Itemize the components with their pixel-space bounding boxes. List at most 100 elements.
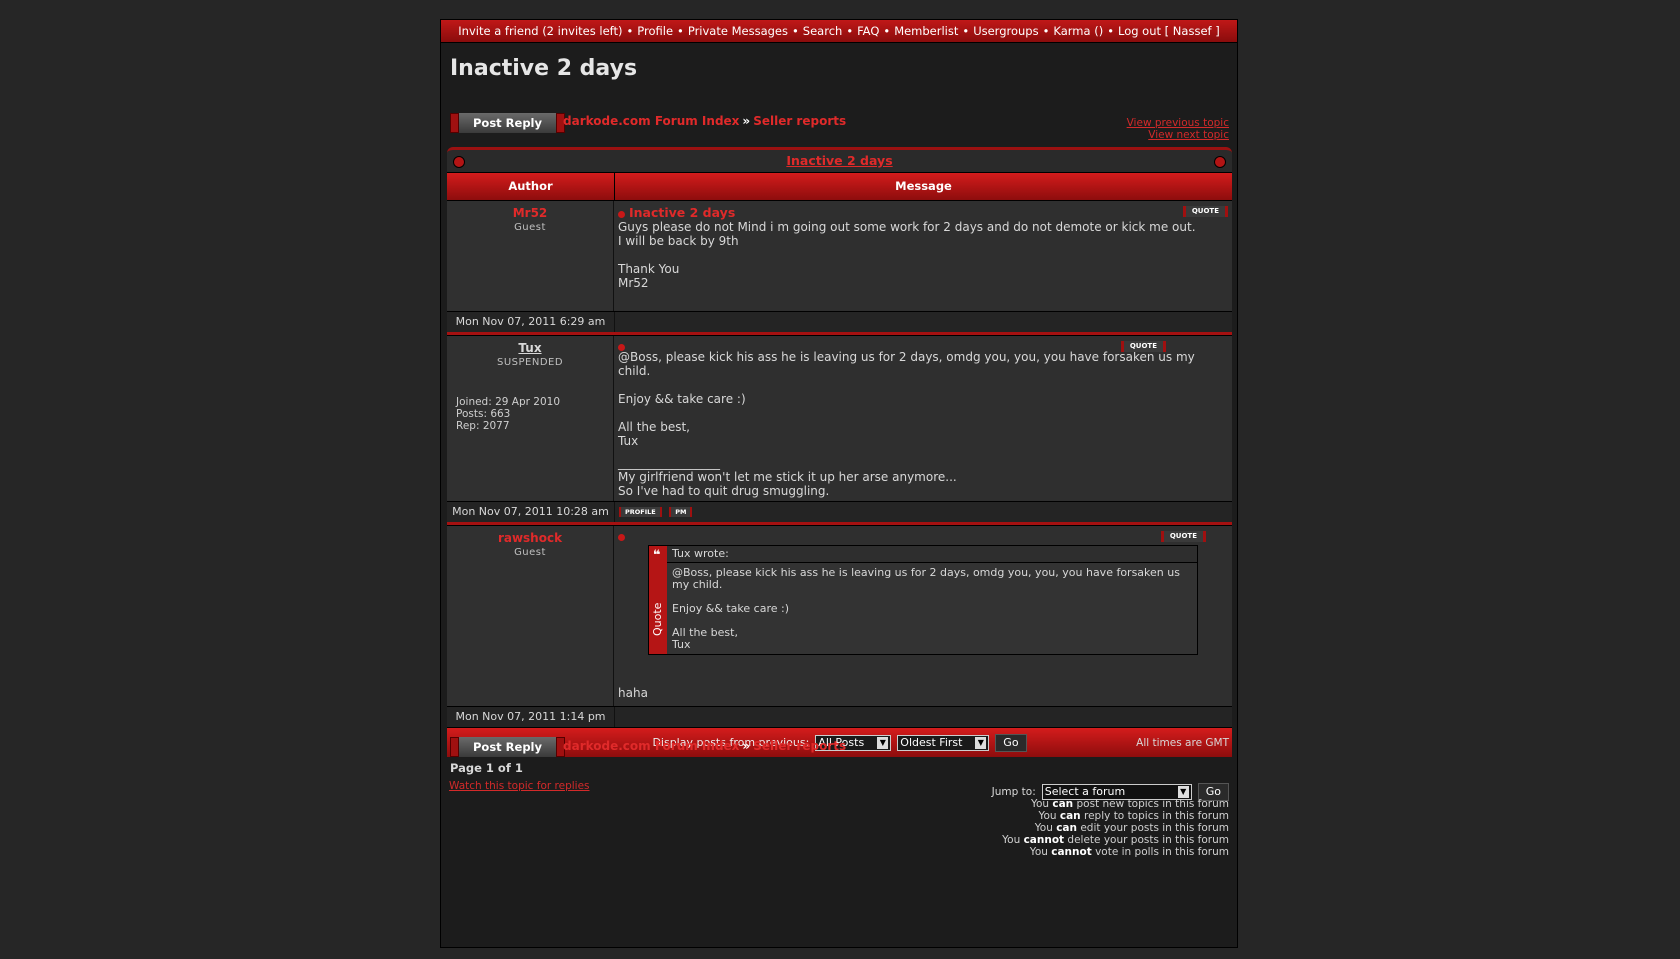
page-title: Inactive 2 days (450, 56, 638, 81)
post: rawshock Guest QUOTE ❝ Quote Tux wrote: … (447, 525, 1232, 706)
button-cap (450, 737, 459, 757)
post-author-panel: Mr52 Guest (447, 201, 614, 311)
nav-invite[interactable]: Invite a friend (2 invites left) (458, 24, 622, 38)
post-body: QUOTE ❝ Quote Tux wrote: @Boss, please k… (614, 526, 1232, 706)
post-line: All the best, (618, 420, 690, 434)
post-footer: Mon Nov 07, 2011 6:29 am (447, 311, 1232, 332)
post-footer: Mon Nov 07, 2011 1:14 pm (447, 706, 1232, 727)
nav-sep: • (962, 24, 970, 38)
nav-karma[interactable]: Karma () (1053, 24, 1103, 38)
profile-button[interactable]: PROFILE (619, 507, 662, 517)
post-footer-actions: PROFILE PM (615, 502, 1232, 522)
quote-author: Tux wrote: (667, 546, 1197, 563)
quote-sidebar: ❝ Quote (649, 546, 667, 654)
post-text: @Boss, please kick his ass he is leaving… (618, 350, 1228, 498)
post-line: I will be back by 9th (618, 234, 739, 248)
timezone-note: All times are GMT (1136, 737, 1229, 749)
breadcrumb-bottom: darkode.com Forum Index» Seller reports (563, 739, 846, 753)
post-icon (618, 533, 625, 541)
post-author-name[interactable]: Mr52 (447, 206, 613, 220)
breadcrumb-arrow: » (742, 114, 751, 128)
nav-search[interactable]: Search (803, 24, 843, 38)
post-footer: Mon Nov 07, 2011 10:28 am PROFILE PM (447, 501, 1232, 522)
button-cap (450, 113, 459, 133)
quote-line: @Boss, please kick his ass he is leaving… (672, 566, 1180, 591)
quote-line: All the best, (672, 626, 738, 639)
quote-button[interactable]: QUOTE (1160, 531, 1206, 542)
permission-line: You can reply to topics in this forum (1038, 810, 1229, 822)
breadcrumb-index[interactable]: darkode.com Forum Index (563, 739, 739, 753)
nav-sep: • (677, 24, 684, 38)
nav-sep: • (626, 24, 634, 38)
permission-line: You cannot vote in polls in this forum (1029, 846, 1229, 858)
breadcrumb-forum[interactable]: Seller reports (753, 114, 846, 128)
quote-button[interactable]: QUOTE (1182, 206, 1228, 217)
nav-sep: • (792, 24, 799, 38)
chevron-down-icon: ▼ (975, 736, 987, 749)
column-headers: Author Message (447, 172, 1232, 200)
nav-logout[interactable]: Log out [ Nassef ] (1118, 24, 1220, 38)
chevron-down-icon: ▼ (1177, 786, 1189, 798)
post-date: Mon Nov 07, 2011 1:14 pm (447, 707, 615, 727)
post-line: Mr52 (618, 276, 649, 290)
breadcrumb-forum[interactable]: Seller reports (753, 739, 846, 753)
nav-sep: • (883, 24, 891, 38)
signature-rule: _________________ (618, 456, 720, 470)
topic-title-link[interactable]: Inactive 2 days (786, 153, 892, 168)
nav-faq[interactable]: FAQ (857, 24, 879, 38)
pm-button[interactable]: PM (669, 507, 693, 517)
forum-page: Invite a friend (2 invites left) • Profile… (440, 19, 1238, 948)
quote-content: Tux wrote: @Boss, please kick his ass he… (667, 546, 1197, 654)
post-line: Tux (618, 434, 639, 448)
post: Mr52 Guest Inactive 2 days QUOTE Guys pl… (447, 200, 1232, 311)
post-date: Mon Nov 07, 2011 10:28 am (447, 502, 615, 522)
post-author-name[interactable]: rawshock (447, 531, 613, 545)
nav-private-messages[interactable]: Private Messages (688, 24, 788, 38)
post-reply-label: Post Reply (459, 113, 556, 133)
jump-to-label: Jump to: (991, 786, 1036, 798)
nav-sep: • (846, 24, 854, 38)
post-subject-line (618, 530, 1228, 541)
quote-button[interactable]: QUOTE (1120, 341, 1166, 352)
topic-title-bar: Inactive 2 days (447, 147, 1232, 172)
view-previous-topic-link[interactable]: View previous topic (1127, 117, 1229, 129)
bar-dot-icon (1214, 156, 1226, 168)
topic-navigation: View previous topic View next topic (1127, 117, 1229, 141)
post-author-name[interactable]: Tux (447, 341, 613, 355)
breadcrumb: darkode.com Forum Index» Seller reports (563, 114, 846, 128)
post-subject-line: Inactive 2 days (618, 205, 1228, 220)
post-icon (618, 210, 625, 218)
signature-line: So I've had to quit drug smuggling. (618, 484, 830, 498)
nav-sep: • (1042, 24, 1050, 38)
post-author-panel: Tux SUSPENDED Joined: 29 Apr 2010 Posts:… (447, 336, 614, 501)
post-subject: Inactive 2 days (629, 205, 736, 220)
post-footer-actions (615, 707, 1232, 727)
nav-profile[interactable]: Profile (637, 24, 673, 38)
chevron-down-icon: ▼ (877, 736, 889, 749)
post-line: Thank You (618, 262, 680, 276)
watch-topic-link[interactable]: Watch this topic for replies (449, 780, 590, 792)
post-line (618, 406, 1228, 420)
nav-memberlist[interactable]: Memberlist (894, 24, 958, 38)
post-reply-button[interactable]: Post Reply (450, 113, 565, 133)
sort-order-select[interactable]: Oldest First ▼ (897, 734, 990, 751)
post-date: Mon Nov 07, 2011 6:29 am (447, 312, 615, 332)
post-reply-button-bottom[interactable]: Post Reply (450, 737, 565, 757)
post-line (618, 248, 1228, 262)
view-next-topic-link[interactable]: View next topic (1127, 129, 1229, 141)
display-go-button[interactable]: Go (995, 733, 1027, 752)
post-author-rank: Guest (514, 547, 546, 558)
post-line (618, 378, 1228, 392)
breadcrumb-arrow: » (742, 739, 751, 753)
post-author-rank: Guest (514, 222, 546, 233)
message-column-header: Message (895, 179, 952, 193)
post-line: Guys please do not Mind i m going out so… (618, 220, 1196, 234)
breadcrumb-index[interactable]: darkode.com Forum Index (563, 114, 739, 128)
nav-usergroups[interactable]: Usergroups (973, 24, 1038, 38)
quote-side-label: Quote (651, 602, 664, 636)
post-body: QUOTE @Boss, please kick his ass he is l… (614, 336, 1232, 501)
signature-line: My girlfriend won't let me stick it up h… (618, 470, 957, 484)
post-reply-label: Post Reply (459, 737, 556, 757)
post-text: Guys please do not Mind i m going out so… (618, 220, 1228, 290)
permission-line: You can post new topics in this forum (1030, 798, 1229, 810)
